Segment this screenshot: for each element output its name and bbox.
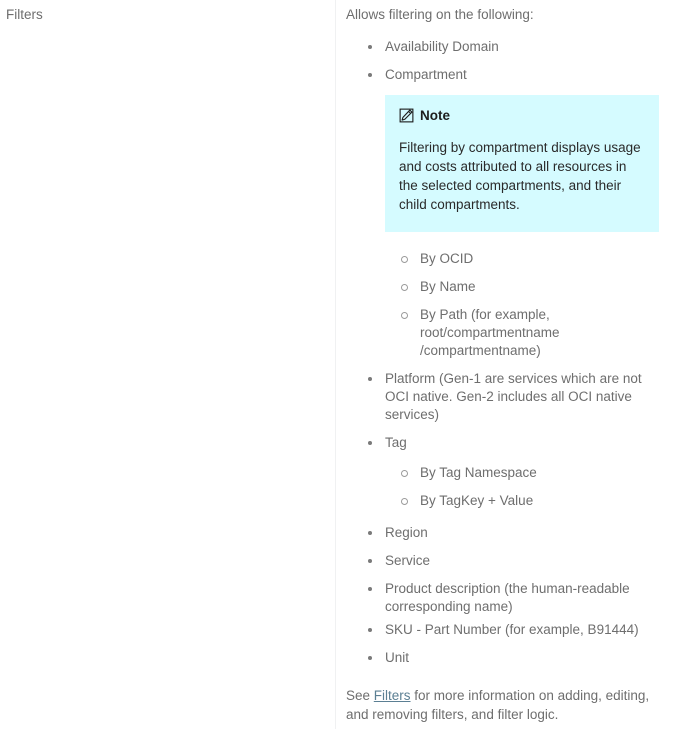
- sub-list-item-label: By OCID: [420, 251, 474, 266]
- list-item-platform: Platform (Gen-1 are services which are n…: [346, 370, 667, 424]
- list-item-service: Service: [346, 552, 667, 570]
- sub-list-item-label: By Tag Namespace: [420, 465, 537, 480]
- note-callout: Note Filtering by compartment displays u…: [385, 95, 659, 232]
- list-item-availability-domain: Availability Domain: [346, 38, 667, 56]
- sub-list-item-by-path: By Path (for example, root/compartmentna…: [385, 306, 667, 360]
- sub-list-item-label-line2: root/compartmentname: [420, 325, 560, 340]
- list-item-label: Platform (Gen-1 are services which are n…: [385, 371, 642, 422]
- list-item-label: SKU - Part Number (for example, B91444): [385, 622, 639, 637]
- list-item-label: Region: [385, 525, 428, 540]
- list-item-label: Service: [385, 553, 431, 568]
- intro-text: Allows filtering on the following:: [346, 7, 534, 22]
- filter-options-list: Availability Domain Compartment Note Fil…: [346, 38, 667, 667]
- list-item-compartment: Compartment Note Filtering by compartmen…: [346, 66, 667, 360]
- list-item-sku: SKU - Part Number (for example, B91444): [346, 621, 667, 639]
- sub-list-item-label-line3: /compartmentname): [420, 343, 541, 358]
- list-item-tag: Tag By Tag Namespace By TagKey + Value: [346, 434, 667, 510]
- note-edit-icon: [399, 108, 414, 123]
- list-item-unit: Unit: [346, 649, 667, 667]
- list-item-label: Unit: [385, 650, 410, 665]
- note-body-text: Filtering by compartment displays usage …: [399, 140, 641, 212]
- row-content-cell: Allows filtering on the following: Avail…: [336, 0, 675, 729]
- sub-list-item-label: By TagKey + Value: [420, 493, 534, 508]
- compartment-sub-list: By OCID By Name By Path (for example, ro…: [385, 250, 667, 360]
- row-label-cell: Filters: [0, 0, 336, 729]
- sub-list-item-by-tag-namespace: By Tag Namespace: [385, 464, 667, 482]
- list-item-region: Region: [346, 524, 667, 542]
- closing-paragraph: See Filters for more information on addi…: [346, 686, 667, 724]
- list-item-label: Availability Domain: [385, 39, 499, 54]
- sub-list-item-label-line1: By Path (for example,: [420, 307, 550, 322]
- list-item-product-description: Product description (the human-readable …: [346, 580, 667, 616]
- sub-list-item-by-tagkey-value: By TagKey + Value: [385, 492, 667, 510]
- list-item-label: Compartment: [385, 67, 467, 82]
- page-title: Filters: [6, 7, 43, 22]
- tag-sub-list: By Tag Namespace By TagKey + Value: [385, 464, 667, 510]
- list-item-label: Tag: [385, 435, 407, 450]
- note-header: Note: [399, 108, 643, 123]
- sub-list-item-by-ocid: By OCID: [385, 250, 667, 268]
- closing-text-before: See: [346, 688, 374, 703]
- sub-list-item-label: By Name: [420, 279, 476, 294]
- note-title: Note: [420, 108, 450, 123]
- filters-link[interactable]: Filters: [374, 688, 411, 703]
- sub-list-item-by-name: By Name: [385, 278, 667, 296]
- doc-definition-row: Filters Allows filtering on the followin…: [0, 0, 675, 729]
- list-item-label: Product description (the human-readable …: [385, 581, 630, 614]
